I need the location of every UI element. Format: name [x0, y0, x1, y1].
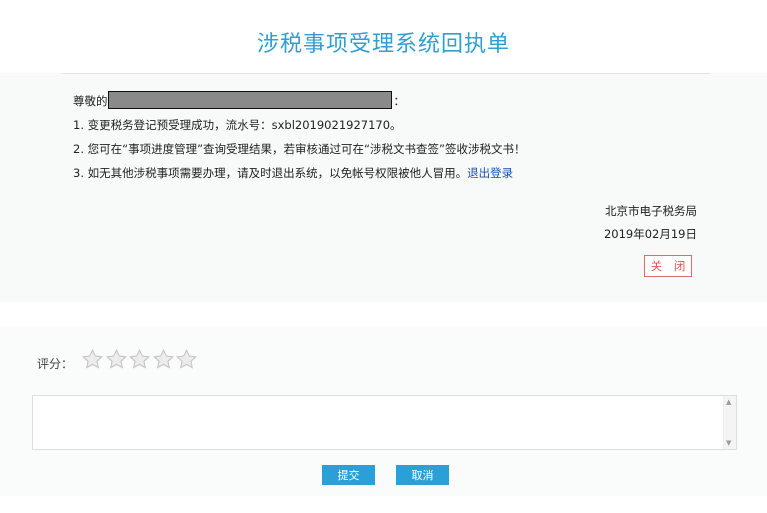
- greeting-suffix: ：: [393, 94, 406, 108]
- logout-link[interactable]: 退出登录: [467, 166, 513, 180]
- scroll-up-icon[interactable]: ▲: [726, 398, 731, 406]
- panel-divider: [62, 73, 710, 74]
- redacted-name-box: [107, 91, 392, 109]
- tax-office-name: 北京市电子税务局: [605, 204, 697, 218]
- cancel-button[interactable]: 取消: [396, 465, 449, 485]
- star-icon-5[interactable]: [175, 348, 198, 371]
- rating-panel: 评分： ▲ ▼ 提交 取消: [0, 326, 767, 496]
- greeting-prefix: 尊敬的: [73, 94, 108, 108]
- notice-line-3-text: 3. 如无其他涉税事项需要办理，请及时退出系统，以免帐号权限被他人冒用。: [73, 166, 468, 180]
- receipt-date: 2019年02月19日: [603, 227, 697, 241]
- star-icon-2[interactable]: [105, 348, 128, 371]
- page-title: 涉税事项受理系统回执单: [256, 32, 510, 57]
- greeting-line: 尊敬的 ：: [73, 91, 406, 109]
- close-button[interactable]: 关 闭: [644, 255, 692, 277]
- star-rating: [81, 348, 199, 371]
- rating-label: 评分：: [37, 357, 74, 371]
- submit-button[interactable]: 提交: [322, 465, 375, 485]
- notice-line-1: 1. 变更税务登记预受理成功，流水号：sxbl2019021927170。: [73, 118, 402, 132]
- scroll-down-icon[interactable]: ▼: [726, 439, 731, 447]
- star-icon-4[interactable]: [152, 348, 175, 371]
- star-icon-1[interactable]: [81, 348, 104, 371]
- star-icon-3[interactable]: [128, 348, 151, 371]
- comment-textarea[interactable]: ▲ ▼: [32, 395, 737, 450]
- receipt-panel: 尊敬的 ： 1. 变更税务登记预受理成功，流水号：sxbl201902192717…: [0, 73, 767, 302]
- notice-line-3: 3. 如无其他涉税事项需要办理，请及时退出系统，以免帐号权限被他人冒用。退出登录: [73, 165, 513, 181]
- notice-line-2: 2. 您可在“事项进度管理”查询受理结果，若审核通过可在“涉税文书查签”签收涉税…: [73, 142, 526, 156]
- comment-scrollbar[interactable]: ▲ ▼: [723, 396, 736, 449]
